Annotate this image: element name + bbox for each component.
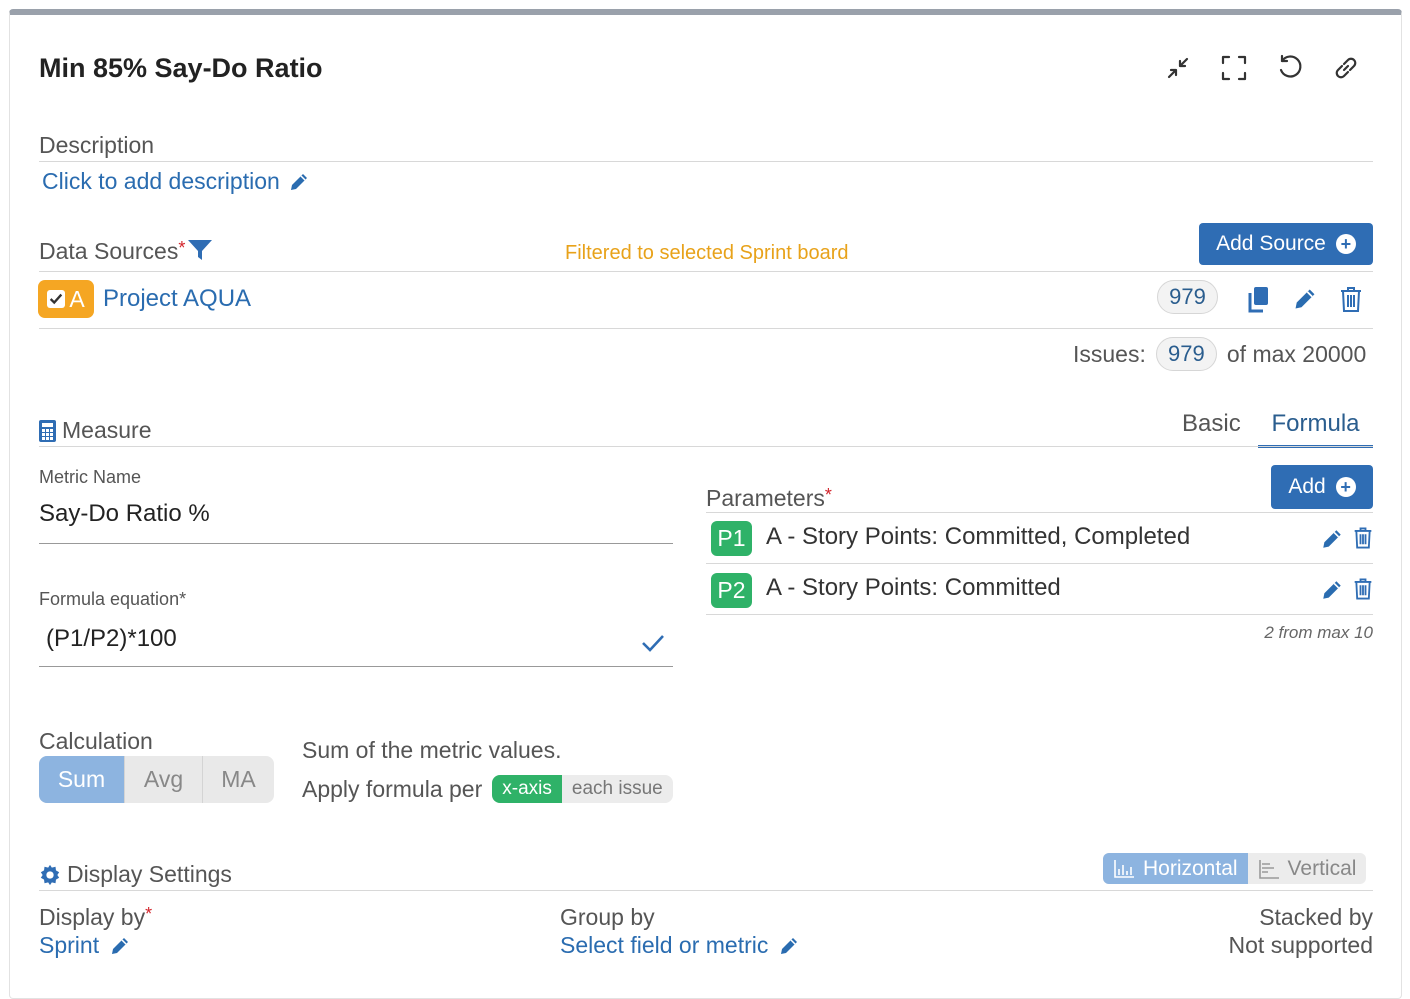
- required-mark: *: [824, 485, 832, 505]
- trash-icon[interactable]: [1353, 526, 1373, 550]
- plus-circle-icon: +: [1335, 477, 1356, 497]
- stacked-by-value: Not supported: [1228, 932, 1373, 958]
- display-by-header: Display by *: [39, 904, 152, 931]
- parameter-row: P2 A - Story Points: Committed: [706, 564, 1373, 615]
- parameter-text: A - Story Points: Committed, Completed: [766, 523, 1191, 550]
- issues-summary: Issues: 979 of max 20000: [1073, 337, 1366, 371]
- formula-label: Formula equation*: [39, 589, 187, 609]
- copy-icon[interactable]: [1246, 286, 1272, 314]
- edit-parameter-icon[interactable]: [1320, 527, 1344, 551]
- fullscreen-icon[interactable]: [1219, 53, 1249, 83]
- calculation-label: Calculation: [39, 728, 153, 754]
- parameter-row: P1 A - Story Points: Committed, Complete…: [706, 513, 1373, 564]
- pencil-icon: [288, 171, 310, 193]
- data-sources-label: Data Sources: [39, 238, 179, 264]
- add-parameter-label: Add: [1288, 475, 1326, 498]
- add-source-label: Add Source: [1216, 232, 1326, 255]
- source-name[interactable]: Project AQUA: [103, 285, 251, 313]
- divider: [39, 446, 1373, 447]
- plus-circle-icon: +: [1335, 234, 1356, 254]
- divider: [39, 271, 1373, 272]
- apply-formula-label: Apply formula per: [302, 775, 483, 802]
- source-letter: A: [69, 285, 85, 312]
- widget-config-card: Min 85% Say-Do Ratio Description Click t…: [9, 9, 1402, 999]
- source-count-badge: 979: [1157, 280, 1218, 314]
- required-mark: *: [145, 904, 153, 924]
- parameter-text: A - Story Points: Committed: [766, 574, 1061, 601]
- apply-option-each-issue[interactable]: each issue: [562, 775, 673, 803]
- orientation-toggle: Horizontal Vertical: [1103, 853, 1367, 884]
- link-icon[interactable]: [1331, 53, 1361, 83]
- check-icon: [641, 633, 665, 653]
- calc-option-avg[interactable]: Avg: [124, 756, 202, 803]
- orientation-vertical[interactable]: Vertical: [1248, 853, 1367, 884]
- filter-note: Filtered to selected Sprint board: [565, 242, 849, 264]
- parameter-badge: P2: [711, 573, 752, 608]
- divider: [39, 328, 1373, 329]
- measure-header: Measure: [39, 417, 151, 444]
- horizontal-bar-icon: [1258, 859, 1280, 879]
- metric-name-input[interactable]: Say-Do Ratio %: [39, 500, 673, 544]
- orientation-vertical-label: Vertical: [1287, 856, 1357, 880]
- calc-option-sum[interactable]: Sum: [39, 756, 124, 803]
- group-by-value: Select field or metric: [560, 932, 769, 958]
- parameters-header: Parameters *: [706, 485, 832, 512]
- description-label: Description: [39, 132, 155, 158]
- data-sources-header: Data Sources *: [39, 238, 213, 265]
- orientation-horizontal[interactable]: Horizontal: [1103, 853, 1248, 884]
- measure-label: Measure: [62, 417, 152, 443]
- issues-label: Issues:: [1073, 340, 1146, 367]
- bar-chart-icon: [1113, 859, 1135, 879]
- group-by-selector[interactable]: Select field or metric: [560, 932, 800, 959]
- tab-basic[interactable]: Basic: [1182, 410, 1241, 438]
- formula-input[interactable]: (P1/P2)*100: [39, 621, 673, 667]
- reset-icon[interactable]: [1275, 53, 1305, 83]
- pencil-icon: [109, 935, 131, 957]
- filter-icon: [187, 238, 213, 262]
- checkbox-checked-icon: [47, 290, 66, 308]
- add-source-button[interactable]: Add Source +: [1199, 223, 1373, 265]
- display-settings-header: Display Settings: [39, 861, 232, 888]
- minimize-icon[interactable]: [1163, 53, 1193, 83]
- required-mark: *: [178, 238, 186, 258]
- page-title: Min 85% Say-Do Ratio: [39, 53, 323, 83]
- display-by-value: Sprint: [39, 932, 100, 958]
- parameter-limit: 2 from max 10: [1264, 623, 1373, 642]
- calc-option-ma[interactable]: MA: [202, 756, 274, 803]
- stacked-by-label: Stacked by: [1259, 904, 1373, 930]
- parameter-badge: P1: [711, 521, 752, 556]
- apply-option-x-axis[interactable]: x-axis: [492, 775, 562, 803]
- add-description-label: Click to add description: [42, 168, 280, 194]
- display-settings-label: Display Settings: [67, 861, 232, 887]
- group-by-label: Group by: [560, 904, 655, 930]
- orientation-horizontal-label: Horizontal: [1143, 856, 1238, 880]
- issues-max: of max 20000: [1226, 340, 1367, 367]
- trash-icon[interactable]: [1353, 577, 1373, 601]
- add-parameter-button[interactable]: Add +: [1271, 465, 1373, 509]
- calculator-icon: [39, 419, 56, 442]
- divider: [39, 161, 1373, 162]
- display-by-selector[interactable]: Sprint: [39, 932, 131, 959]
- source-badge[interactable]: A: [38, 280, 94, 318]
- add-description-link[interactable]: Click to add description: [42, 168, 310, 195]
- tab-formula[interactable]: Formula: [1258, 410, 1373, 448]
- formula-value: (P1/P2)*100: [46, 625, 177, 652]
- gear-icon: [39, 864, 61, 886]
- parameters-label: Parameters: [706, 485, 825, 511]
- edit-parameter-icon[interactable]: [1320, 578, 1344, 602]
- issues-count-badge: 979: [1155, 337, 1217, 371]
- divider: [39, 890, 1373, 891]
- pencil-icon: [778, 935, 800, 957]
- trash-icon[interactable]: [1339, 286, 1363, 313]
- display-by-label: Display by: [39, 904, 146, 930]
- calculation-selector: Sum Avg MA: [39, 756, 274, 803]
- edit-source-icon[interactable]: [1292, 286, 1318, 312]
- metric-name-label: Metric Name: [39, 467, 142, 487]
- calculation-description: Sum of the metric values.: [302, 737, 562, 763]
- apply-formula-toggle: x-axis each issue: [492, 775, 673, 803]
- apply-formula-row: Apply formula per x-axis each issue: [302, 775, 673, 803]
